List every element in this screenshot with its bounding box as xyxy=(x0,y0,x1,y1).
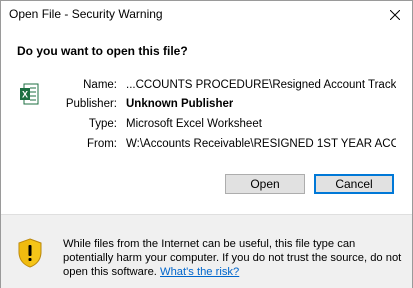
publisher-row: Publisher: Unknown Publisher xyxy=(1,98,412,114)
window-title: Open File - Security Warning xyxy=(9,7,163,21)
from-row: From: W:\Accounts Receivable\RESIGNED 1S… xyxy=(1,138,412,154)
name-label: Name: xyxy=(83,79,117,91)
type-label: Type: xyxy=(88,118,117,130)
file-name-value: ...CCOUNTS PROCEDURE\Resigned Account Tr… xyxy=(126,79,396,91)
publisher-value: Unknown Publisher xyxy=(126,98,234,110)
publisher-label: Publisher: xyxy=(65,98,117,110)
security-warning-dialog: Open File - Security Warning Do you want… xyxy=(0,0,413,288)
close-icon xyxy=(390,10,400,20)
type-row: Type: Microsoft Excel Worksheet xyxy=(1,118,412,134)
close-button[interactable] xyxy=(384,5,406,25)
open-button[interactable]: Open xyxy=(225,174,305,194)
cancel-button[interactable]: Cancel xyxy=(314,174,394,194)
warning-footer: While files from the Internet can be use… xyxy=(1,214,412,288)
dialog-heading: Do you want to open this file? xyxy=(17,44,188,58)
file-name-row: Name: ...CCOUNTS PROCEDURE\Resigned Acco… xyxy=(1,79,412,95)
warning-text: While files from the Internet can be use… xyxy=(63,237,403,279)
title-bar: Open File - Security Warning xyxy=(1,1,412,31)
whats-the-risk-link[interactable]: What's the risk? xyxy=(160,266,239,278)
from-label: From: xyxy=(86,138,117,150)
from-value: W:\Accounts Receivable\RESIGNED 1ST YEAR… xyxy=(126,138,396,150)
shield-warning-icon xyxy=(18,238,42,268)
type-value: Microsoft Excel Worksheet xyxy=(126,118,262,130)
